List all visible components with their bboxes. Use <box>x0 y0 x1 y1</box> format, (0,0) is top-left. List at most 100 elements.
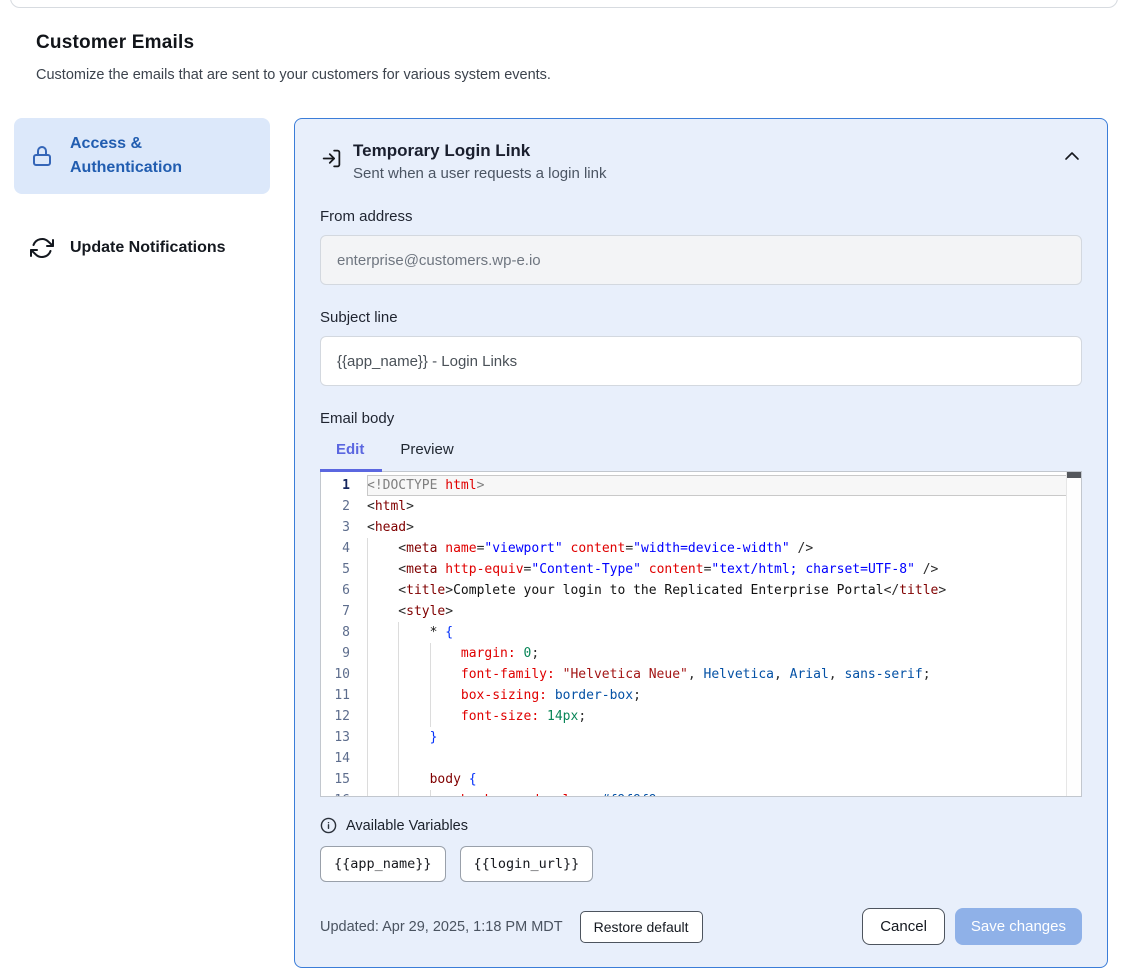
code-token: head <box>375 517 406 538</box>
line-number[interactable]: 4 <box>321 538 367 559</box>
line-number[interactable]: 1 <box>321 475 367 496</box>
line-number[interactable]: 12 <box>321 706 367 727</box>
code-line-content: <style> <box>367 601 1081 622</box>
code-line[interactable]: 3<head> <box>321 517 1081 538</box>
from-address-input[interactable] <box>320 235 1082 285</box>
line-number[interactable]: 15 <box>321 769 367 790</box>
temporary-login-link-panel: Temporary Login Link Sent when a user re… <box>294 118 1108 968</box>
subject-line-input[interactable] <box>320 336 1082 386</box>
indent-guide <box>430 685 461 706</box>
variable-chip-login-url[interactable]: {{login_url}} <box>460 846 594 882</box>
variable-chip-app-name[interactable]: {{app_name}} <box>320 846 446 882</box>
code-token: < <box>398 538 406 559</box>
code-token: = <box>704 559 712 580</box>
code-editor[interactable]: 1<!DOCTYPE html>2<html>3<head>4<meta nam… <box>320 471 1082 797</box>
info-icon <box>320 817 337 834</box>
log-in-icon <box>321 148 342 169</box>
code-line-content: <meta name="viewport" content="width=dev… <box>367 538 1081 559</box>
save-changes-button[interactable]: Save changes <box>955 908 1082 945</box>
tab-edit[interactable]: Edit <box>336 441 364 458</box>
code-line[interactable]: 4<meta name="viewport" content="width=de… <box>321 538 1081 559</box>
indent-guide <box>367 538 398 559</box>
code-token <box>516 643 524 664</box>
code-line[interactable]: 8* { <box>321 622 1081 643</box>
code-line[interactable]: 14 <box>321 748 1081 769</box>
code-token: < <box>398 580 406 601</box>
line-number[interactable]: 16 <box>321 790 367 797</box>
indent-guide <box>398 706 429 727</box>
code-line-content: <meta http-equiv="Content-Type" content=… <box>367 559 1081 580</box>
code-token: < <box>367 496 375 517</box>
indent-guide <box>398 748 429 769</box>
code-line[interactable]: 9margin: 0; <box>321 643 1081 664</box>
restore-default-button[interactable]: Restore default <box>580 911 703 943</box>
code-line[interactable]: 5<meta http-equiv="Content-Type" content… <box>321 559 1081 580</box>
code-token: = <box>524 559 532 580</box>
code-line[interactable]: 1<!DOCTYPE html> <box>321 475 1081 496</box>
code-line-content: <title>Complete your login to the Replic… <box>367 580 1081 601</box>
code-token: , <box>688 664 704 685</box>
code-line[interactable]: 11box-sizing: border-box; <box>321 685 1081 706</box>
indent-guide <box>398 769 429 790</box>
code-line-content: margin: 0; <box>367 643 1081 664</box>
code-line[interactable]: 7<style> <box>321 601 1081 622</box>
code-token <box>461 769 469 790</box>
line-number[interactable]: 6 <box>321 580 367 601</box>
email-types-sidebar: Access & Authentication Update Notificat… <box>14 118 270 274</box>
indent-guide <box>398 790 429 797</box>
code-token <box>547 685 555 706</box>
code-line[interactable]: 6<title>Complete your login to the Repli… <box>321 580 1081 601</box>
tab-preview[interactable]: Preview <box>400 441 453 458</box>
line-number[interactable]: 10 <box>321 664 367 685</box>
chevron-up-icon <box>1064 151 1080 161</box>
lock-icon <box>30 144 54 168</box>
indent-guide <box>398 727 429 748</box>
collapse-panel-button[interactable] <box>1062 149 1082 163</box>
indent-guide <box>367 706 398 727</box>
editor-scrollbar[interactable] <box>1066 472 1081 796</box>
cancel-button[interactable]: Cancel <box>862 908 945 945</box>
line-number[interactable]: 8 <box>321 622 367 643</box>
code-token: font-family: <box>461 664 555 685</box>
line-number[interactable]: 9 <box>321 643 367 664</box>
code-token: <!DOCTYPE <box>367 475 445 496</box>
code-line[interactable]: 12font-size: 14px; <box>321 706 1081 727</box>
line-number[interactable]: 11 <box>321 685 367 706</box>
sidebar-item-update-notifications[interactable]: Update Notifications <box>14 222 270 274</box>
code-line[interactable]: 13} <box>321 727 1081 748</box>
code-token: > <box>406 517 414 538</box>
code-token: Helvetica <box>704 664 774 685</box>
indent-guide <box>367 580 398 601</box>
code-line-content: font-size: 14px; <box>367 706 1081 727</box>
code-line-content: } <box>367 727 1081 748</box>
code-token: 14px <box>547 706 578 727</box>
code-token: name <box>445 538 476 559</box>
available-variables-label: Available Variables <box>346 818 468 834</box>
line-number[interactable]: 5 <box>321 559 367 580</box>
code-token: > <box>406 496 414 517</box>
editor-scrollbar-thumb[interactable] <box>1067 472 1081 478</box>
code-token: font-size: <box>461 706 539 727</box>
line-number[interactable]: 7 <box>321 601 367 622</box>
indent-guide <box>367 559 398 580</box>
code-line-content: <html> <box>367 496 1081 517</box>
code-token: { <box>469 769 477 790</box>
code-token: "Content-Type" <box>531 559 641 580</box>
code-line-content: background-color: #f9f9f9; <box>367 790 1081 797</box>
code-line-content: body { <box>367 769 1081 790</box>
code-line[interactable]: 2<html> <box>321 496 1081 517</box>
line-number[interactable]: 2 <box>321 496 367 517</box>
code-token: < <box>398 559 406 580</box>
code-line[interactable]: 16background-color: #f9f9f9; <box>321 790 1081 797</box>
line-number[interactable]: 3 <box>321 517 367 538</box>
code-line[interactable]: 15body { <box>321 769 1081 790</box>
sidebar-item-access-authentication[interactable]: Access & Authentication <box>14 118 270 194</box>
code-token: #f9f9f9 <box>602 790 657 797</box>
active-tab-indicator <box>320 469 382 472</box>
line-number[interactable]: 14 <box>321 748 367 769</box>
code-token: "Helvetica Neue" <box>563 664 688 685</box>
code-token <box>594 790 602 797</box>
code-line[interactable]: 10 font-family: "Helvetica Neue", Helveti… <box>321 664 1081 685</box>
line-number[interactable]: 13 <box>321 727 367 748</box>
refresh-icon <box>30 236 54 260</box>
